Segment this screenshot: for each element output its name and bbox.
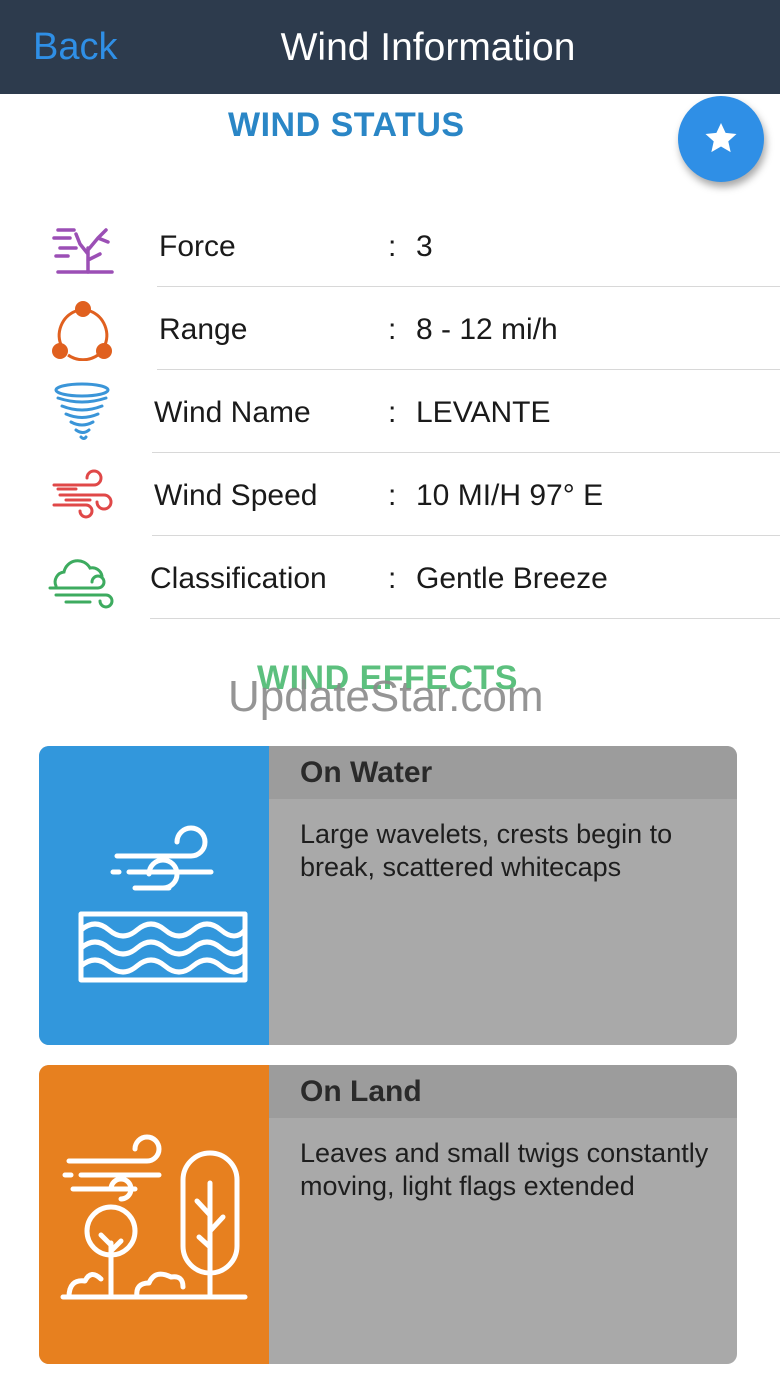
classification-row: Classification : Gentle Breeze — [0, 536, 780, 619]
cloud-wind-icon — [48, 559, 114, 609]
navigation-bar: Back Wind Information — [0, 0, 780, 94]
wind-status-heading: WIND STATUS — [228, 106, 465, 144]
wind-over-water-icon — [78, 825, 248, 983]
range-row: Range : 8 - 12 mi/h — [0, 287, 780, 370]
classification-label: Classification — [150, 562, 327, 595]
on-water-description: Large wavelets, crests begin to break, s… — [300, 819, 673, 882]
separator: : — [388, 479, 397, 512]
on-water-heading: On Water — [300, 756, 433, 789]
separator: : — [388, 230, 397, 263]
page-title: Wind Information — [280, 26, 576, 69]
wind-speed-label: Wind Speed — [154, 479, 318, 512]
classification-value: Gentle Breeze — [416, 562, 608, 595]
on-land-description: Leaves and small twigs constantly moving… — [300, 1138, 709, 1201]
wind-speed-row: Wind Speed : 10 MI/H 97° E — [0, 453, 780, 536]
wind-name-label: Wind Name — [154, 396, 311, 429]
range-value: 8 - 12 mi/h — [416, 313, 558, 346]
separator: : — [388, 396, 397, 429]
on-water-card: On Water Large wavelets, crests begin to… — [39, 746, 737, 1045]
star-icon — [705, 122, 737, 153]
separator: : — [388, 313, 397, 346]
divider — [150, 618, 780, 619]
tree-wind-icon — [52, 228, 114, 274]
on-land-heading: On Land — [300, 1075, 422, 1108]
wind-name-value: LEVANTE — [416, 396, 551, 429]
on-water-image — [39, 746, 269, 1045]
wind-name-row: Wind Name : LEVANTE — [0, 370, 780, 453]
on-land-image — [39, 1065, 269, 1364]
force-label: Force — [159, 230, 236, 263]
on-land-header: On Land — [269, 1065, 737, 1118]
range-label: Range — [159, 313, 248, 346]
tornado-icon — [54, 382, 110, 440]
favorite-button[interactable] — [678, 96, 764, 182]
on-land-card: On Land Leaves and small twigs constantl… — [39, 1065, 737, 1364]
watermark: UpdateStar.com — [228, 672, 544, 721]
wind-over-trees-icon — [60, 1134, 248, 1300]
range-cycle-icon — [52, 301, 112, 361]
on-water-header: On Water — [269, 746, 737, 799]
separator: : — [388, 562, 397, 595]
force-value: 3 — [416, 230, 433, 263]
wind-speed-value: 10 MI/H 97° E — [416, 479, 604, 512]
force-row: Force : 3 — [0, 204, 780, 287]
wind-speed-icon — [52, 469, 113, 519]
